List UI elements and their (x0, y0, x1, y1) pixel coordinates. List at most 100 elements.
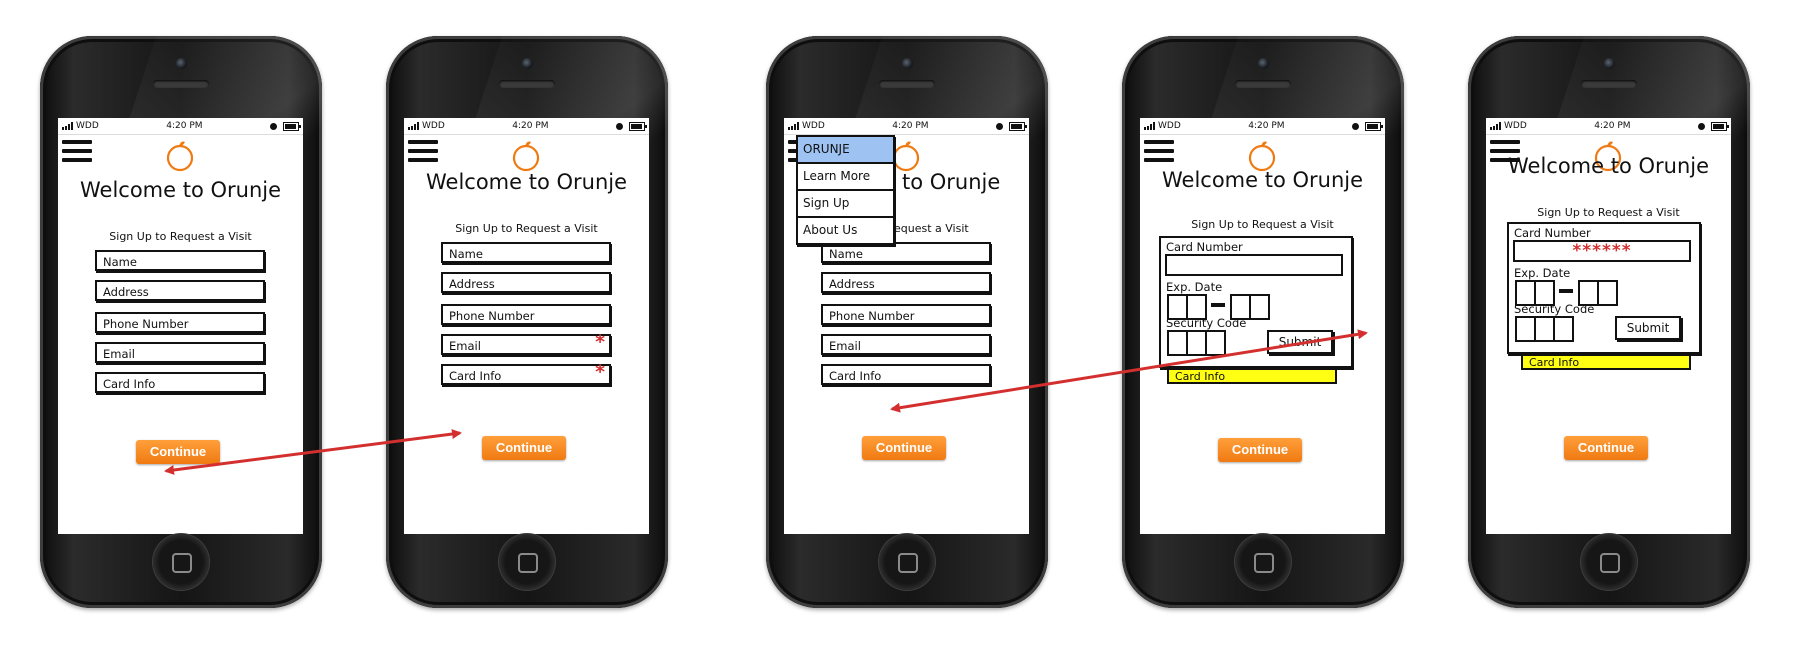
battery-icon (1711, 121, 1729, 131)
status-time: 4:20 PM (1594, 121, 1631, 131)
app-title: Welcome to Orunje (425, 170, 628, 194)
submit-button[interactable]: Submit (1267, 330, 1333, 354)
card-info-field[interactable]: Card Info (821, 364, 991, 385)
security-code-label: Security Code (1166, 316, 1247, 330)
status-bar: WDD 4:20 PM (404, 118, 649, 135)
home-button[interactable] (153, 534, 209, 590)
card-number-label: Card Number (1166, 240, 1243, 254)
card-info-panel: Card Number ****** Exp. Date Security Co… (1507, 222, 1701, 354)
exp-year-box-2[interactable] (1597, 280, 1618, 306)
menu-item-learn-more[interactable]: Learn More (798, 164, 893, 191)
exp-date-label: Exp. Date (1166, 280, 1223, 294)
home-button[interactable] (499, 534, 555, 590)
security-code-box-1[interactable] (1515, 316, 1536, 342)
app-title-partial: to Orunje (902, 170, 1001, 194)
form-label: Sign Up to Request a Visit (455, 222, 598, 235)
phone-field[interactable]: Phone Number (441, 304, 611, 325)
battery-icon (283, 121, 301, 131)
address-field[interactable]: Address (821, 272, 991, 293)
email-label: Email (449, 339, 481, 353)
continue-button[interactable]: Continue (1218, 438, 1302, 462)
battery-icon (1365, 121, 1383, 131)
exp-year-box-2[interactable] (1249, 294, 1270, 320)
card-number-label: Card Number (1514, 226, 1591, 240)
card-info-field[interactable]: Card Info (95, 372, 265, 393)
phone-mockup-2: WDD 4:20 PM Welcome to Orunje Sign Up to… (386, 36, 668, 608)
name-field[interactable]: Name (95, 250, 265, 271)
phone-mockup-4: WDD 4:20 PM Welcome to Orunje Sign Up to… (1122, 36, 1404, 608)
card-info-field-highlighted[interactable]: Card Info (1167, 366, 1337, 384)
continue-button[interactable]: Continue (136, 440, 220, 464)
phone-screen: WDD 4:20 PM ORUNJE Learn More Sign Up Ab… (784, 118, 1029, 534)
name-field[interactable]: Name (821, 242, 991, 263)
phone-field[interactable]: Phone Number (821, 304, 991, 325)
nav-menu: ORUNJE Learn More Sign Up About Us (796, 135, 895, 245)
submit-button[interactable]: Submit (1615, 316, 1681, 340)
status-bar: WDD 4:20 PM (58, 118, 303, 135)
email-field[interactable]: Email (821, 334, 991, 355)
card-info-panel: Card Number Exp. Date Security Code Subm… (1159, 236, 1353, 368)
lock-icon (1352, 122, 1359, 130)
lock-icon (996, 122, 1003, 130)
lock-icon (616, 122, 623, 130)
menu-item-about-us[interactable]: About Us (798, 218, 893, 243)
phone-field[interactable]: Phone Number (95, 312, 265, 333)
required-marker: * (595, 361, 605, 383)
form-label: Sign Up to Request a Visit (109, 230, 252, 243)
status-bar: WDD 4:20 PM (1140, 118, 1385, 135)
required-marker: * (595, 331, 605, 353)
email-field[interactable]: Email * (441, 331, 611, 355)
home-button[interactable] (879, 534, 935, 590)
orange-logo-icon (166, 141, 194, 172)
hamburger-menu-icon[interactable] (408, 140, 438, 164)
carrier-label: WDD (802, 121, 825, 131)
email-field[interactable]: Email (95, 342, 265, 363)
continue-button[interactable]: Continue (1564, 436, 1648, 460)
signal-icon (62, 122, 73, 130)
hamburger-menu-icon[interactable] (62, 140, 92, 164)
security-code-box-2[interactable] (1534, 316, 1555, 342)
exp-date-label: Exp. Date (1514, 266, 1571, 280)
app-title: Welcome to Orunje (79, 178, 282, 202)
menu-item-sign-up[interactable]: Sign Up (798, 191, 893, 218)
date-dash (1559, 289, 1573, 293)
card-number-input-filled[interactable]: ****** (1513, 240, 1691, 262)
date-dash (1211, 303, 1225, 307)
home-button[interactable] (1235, 534, 1291, 590)
signal-icon (408, 122, 419, 130)
form-label: Sign Up to Request a Visit (1191, 218, 1334, 231)
security-code-label: Security Code (1514, 302, 1595, 316)
status-bar: WDD 4:20 PM (784, 118, 1029, 135)
camera-icon (522, 58, 533, 69)
card-info-field[interactable]: Card Info * (441, 361, 611, 385)
speaker-grille (1581, 80, 1637, 88)
carrier-label: WDD (1504, 121, 1527, 131)
phone-screen: WDD 4:20 PM Welcome to Orunje Sign Up to… (58, 118, 303, 534)
orange-logo-icon (1248, 141, 1276, 172)
security-code-box-3[interactable] (1553, 316, 1574, 342)
name-field[interactable]: Name (441, 242, 611, 263)
battery-icon (1009, 121, 1027, 131)
security-code-box-1[interactable] (1167, 330, 1188, 356)
phone-screen: WDD 4:20 PM Welcome to Orunje Sign Up to… (1486, 118, 1731, 534)
speaker-grille (153, 80, 209, 88)
status-bar: WDD 4:20 PM (1486, 118, 1731, 135)
continue-button[interactable]: Continue (862, 436, 946, 460)
address-field[interactable]: Address (441, 272, 611, 293)
carrier-label: WDD (422, 121, 445, 131)
security-code-box-3[interactable] (1205, 330, 1226, 356)
card-info-field-highlighted[interactable]: Card Info (1521, 352, 1691, 370)
menu-item-orunje[interactable]: ORUNJE (798, 137, 893, 164)
security-code-box-2[interactable] (1186, 330, 1207, 356)
address-field[interactable]: Address (95, 280, 265, 301)
card-number-input[interactable] (1165, 254, 1343, 276)
speaker-grille (879, 80, 935, 88)
status-time: 4:20 PM (512, 121, 549, 131)
phone-screen: WDD 4:20 PM Welcome to Orunje Sign Up to… (1140, 118, 1385, 534)
carrier-label: WDD (76, 121, 99, 131)
continue-button[interactable]: Continue (482, 436, 566, 460)
home-button[interactable] (1581, 534, 1637, 590)
hamburger-menu-icon[interactable] (1144, 140, 1174, 164)
lock-icon (1698, 122, 1705, 130)
phone-mockup-1: WDD 4:20 PM Welcome to Orunje Sign Up to… (40, 36, 322, 608)
